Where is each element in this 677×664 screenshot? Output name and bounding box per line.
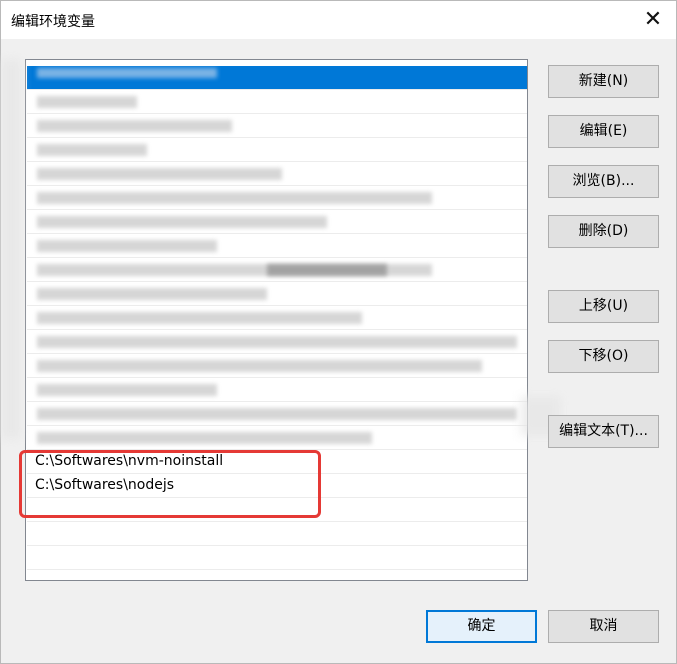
list-item[interactable] (27, 138, 527, 162)
blur-region (1, 59, 21, 439)
redacted-text (37, 432, 372, 444)
redacted-text (37, 336, 517, 348)
list-item[interactable] (27, 330, 527, 354)
move-up-button[interactable]: 上移(U) (548, 290, 659, 323)
redacted-text (37, 168, 282, 180)
list-item[interactable] (27, 426, 527, 450)
delete-button[interactable]: 删除(D) (548, 215, 659, 248)
highlight-box (19, 450, 321, 518)
list-item[interactable] (27, 234, 527, 258)
edit-env-var-dialog: 编辑环境变量 ✕ C:\Softwares\nvm-noinstall C:\S… (0, 0, 677, 664)
list-item[interactable] (27, 186, 527, 210)
list-item[interactable] (27, 522, 527, 546)
list-item[interactable] (27, 306, 527, 330)
list-item[interactable] (27, 402, 527, 426)
redacted-text (37, 312, 362, 324)
browse-button[interactable]: 浏览(B)... (548, 165, 659, 198)
move-down-button[interactable]: 下移(O) (548, 340, 659, 373)
redacted-text (37, 68, 217, 78)
redacted-text (37, 288, 267, 300)
list-item[interactable] (27, 282, 527, 306)
ok-button[interactable]: 确定 (426, 610, 537, 643)
list-item[interactable] (27, 378, 527, 402)
list-item[interactable] (27, 546, 527, 570)
edit-text-button[interactable]: 编辑文本(T)... (548, 415, 659, 448)
redacted-text (37, 384, 217, 396)
list-item[interactable] (27, 114, 527, 138)
list-item[interactable] (27, 354, 527, 378)
redacted-text (37, 408, 517, 420)
close-icon[interactable]: ✕ (640, 7, 666, 33)
redacted-text (37, 144, 147, 156)
redacted-text (267, 264, 387, 276)
title-bar: 编辑环境变量 ✕ (1, 1, 676, 39)
redacted-text (37, 240, 217, 252)
list-item[interactable] (27, 210, 527, 234)
redacted-text (37, 216, 327, 228)
dialog-title: 编辑环境变量 (11, 14, 95, 30)
list-item[interactable] (27, 258, 527, 282)
new-button[interactable]: 新建(N) (548, 65, 659, 98)
redacted-text (37, 360, 482, 372)
cancel-button[interactable]: 取消 (548, 610, 659, 643)
edit-button[interactable]: 编辑(E) (548, 115, 659, 148)
redacted-text (37, 96, 137, 108)
list-item[interactable] (27, 66, 527, 90)
list-item[interactable] (27, 90, 527, 114)
list-item[interactable] (27, 162, 527, 186)
redacted-text (37, 192, 432, 204)
redacted-text (37, 120, 232, 132)
